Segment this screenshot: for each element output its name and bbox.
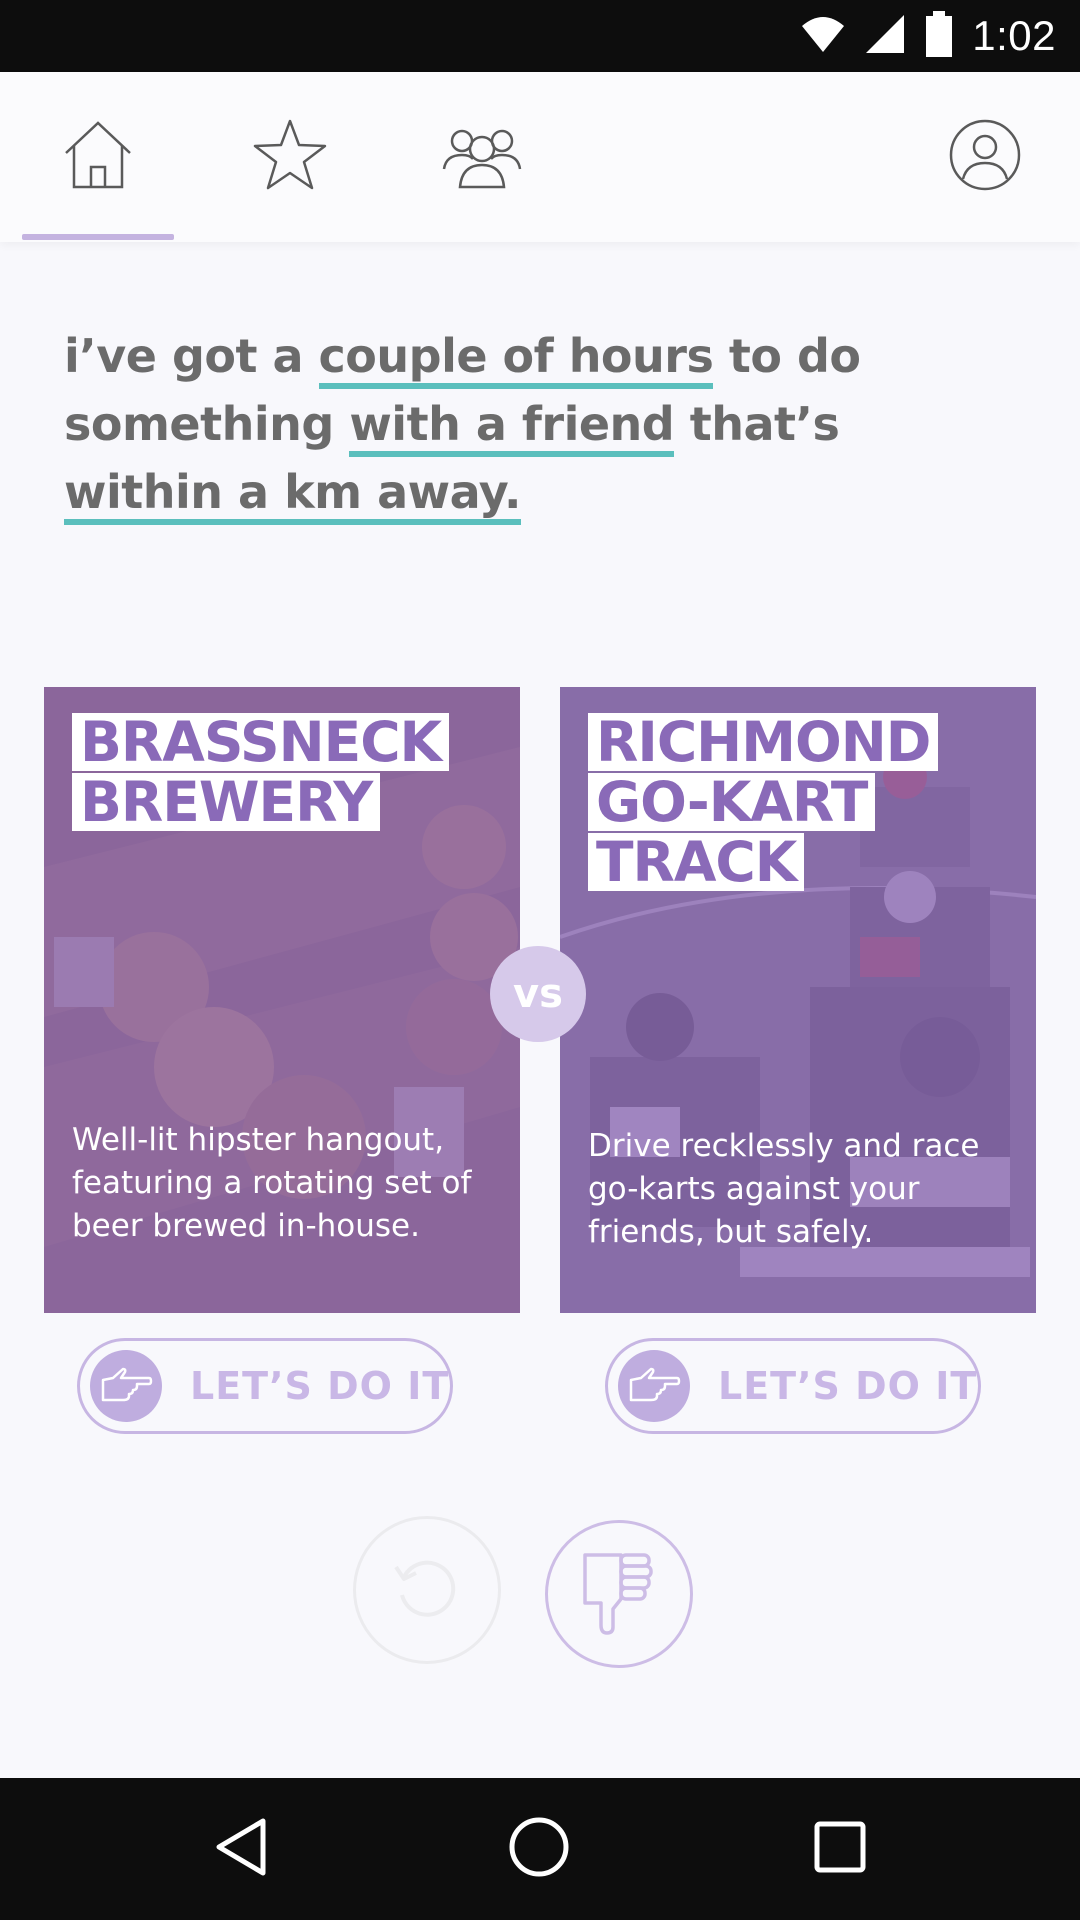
lets-do-it-button-left[interactable]: LET’S DO IT	[77, 1338, 453, 1434]
undo-icon	[392, 1553, 462, 1627]
pointing-hand-icon	[618, 1350, 690, 1422]
nav-friends[interactable]	[437, 112, 527, 202]
prompt-company-option[interactable]: with a friend	[349, 397, 675, 457]
card-title-line: RICHMOND	[588, 713, 939, 771]
top-nav	[0, 72, 1080, 242]
recents-square-icon	[813, 1820, 867, 1878]
star-icon	[252, 117, 328, 197]
activity-card-left[interactable]: BRASSNECK BREWERY Well-lit hipster hango…	[44, 687, 520, 1313]
back-triangle-icon	[213, 1817, 269, 1881]
status-bar: 1:02	[0, 0, 1080, 72]
status-time: 1:02	[972, 12, 1056, 59]
undo-button[interactable]	[353, 1516, 501, 1664]
lets-do-it-label: LET’S DO IT	[190, 1364, 450, 1408]
lets-do-it-button-right[interactable]: LET’S DO IT	[605, 1338, 981, 1434]
prompt-text-1: i’ve got a	[64, 329, 319, 383]
prompt-duration-option[interactable]: couple of hours	[318, 329, 714, 389]
dislike-button[interactable]	[545, 1520, 693, 1668]
active-tab-indicator	[22, 234, 174, 240]
card-title-line: BREWERY	[72, 773, 381, 831]
profile-icon	[947, 117, 1023, 197]
system-recents-button[interactable]	[795, 1804, 885, 1894]
nav-favorites[interactable]	[245, 112, 335, 202]
system-home-button[interactable]	[494, 1804, 584, 1894]
card-title: RICHMOND GO-KART TRACK	[588, 713, 939, 893]
system-nav-bar	[0, 1778, 1080, 1920]
lets-do-it-label: LET’S DO IT	[718, 1364, 978, 1408]
wifi-icon	[800, 14, 846, 58]
group-icon	[440, 117, 524, 197]
card-title-line: BRASSNECK	[72, 713, 450, 771]
home-circle-icon	[508, 1816, 570, 1882]
prompt-text-3: that’s	[674, 397, 840, 451]
nav-profile[interactable]	[940, 112, 1030, 202]
activity-card-right[interactable]: RICHMOND GO-KART TRACK Drive recklessly …	[560, 687, 1036, 1313]
prompt-distance-option[interactable]: within a km away.	[64, 465, 522, 525]
home-icon	[60, 117, 136, 197]
nav-home[interactable]	[53, 112, 143, 202]
battery-icon	[924, 11, 954, 61]
cell-signal-icon	[864, 13, 906, 59]
activity-prompt: i’ve got a couple of hours to do somethi…	[64, 322, 964, 526]
pointing-hand-icon	[90, 1350, 162, 1422]
system-back-button[interactable]	[196, 1804, 286, 1894]
card-title: BRASSNECK BREWERY	[72, 713, 450, 833]
status-icons: 1:02	[800, 10, 1056, 62]
card-description: Drive recklessly and race go-karts again…	[588, 1128, 980, 1250]
card-title-line: GO-KART	[588, 773, 876, 831]
card-description: Well-lit hipster hangout, featuring a ro…	[72, 1122, 472, 1244]
card-title-line: TRACK	[588, 833, 805, 891]
vs-badge: vs	[490, 946, 586, 1042]
thumbs-down-icon	[579, 1547, 659, 1641]
